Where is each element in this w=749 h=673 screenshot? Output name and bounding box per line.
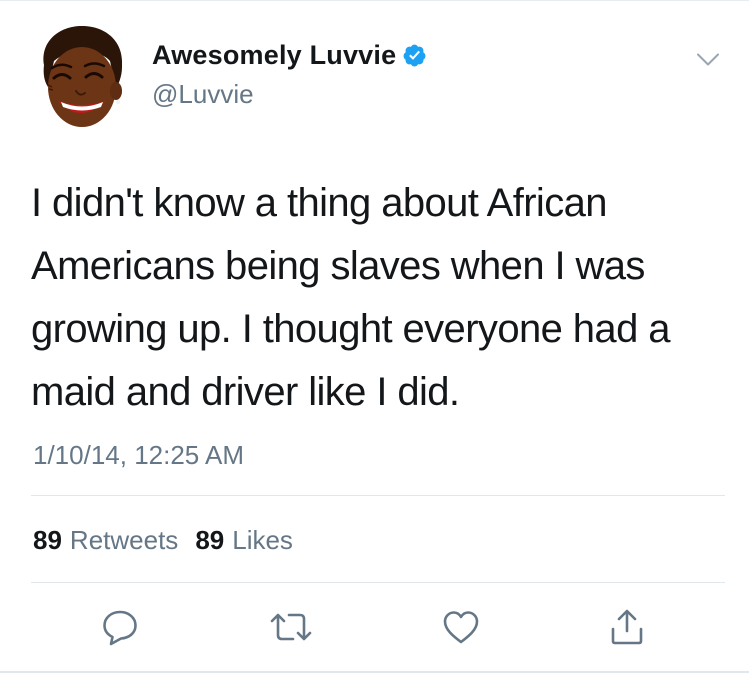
tweet-text-line: I didn't know a thing about African (31, 181, 608, 225)
retweets-label: Retweets (69, 525, 179, 555)
retweet-icon[interactable] (268, 607, 314, 647)
author-display-name[interactable]: Awesomely Luvvie (152, 40, 396, 71)
avatar[interactable] (30, 21, 130, 129)
tweet-text-line: maid and driver like I did. (31, 370, 460, 414)
retweets-count: 89 (33, 525, 62, 555)
author-name-row[interactable]: Awesomely Luvvie (152, 40, 427, 71)
verified-badge-icon (403, 44, 426, 67)
likes-label: Likes (232, 525, 293, 555)
reply-icon[interactable] (100, 607, 140, 647)
divider (31, 495, 725, 496)
author-handle[interactable]: @Luvvie (152, 79, 254, 110)
tweet-text-line: Americans being slaves when I was (31, 244, 645, 288)
heart-icon[interactable] (441, 607, 481, 647)
top-divider (0, 0, 749, 1)
share-icon[interactable] (607, 607, 647, 647)
tweet-text: I didn't know a thing about African Amer… (31, 172, 731, 424)
tweet-text-line: growing up. I thought everyone had a (31, 307, 670, 351)
retweets-stat[interactable]: 89 Retweets (33, 525, 178, 556)
tweet-stats: 89 Retweets 89 Likes (33, 525, 293, 556)
tweet-timestamp[interactable]: 1/10/14, 12:25 AM (33, 440, 244, 471)
chevron-down-icon[interactable] (697, 53, 719, 67)
divider (31, 582, 725, 583)
likes-count: 89 (195, 525, 225, 555)
likes-stat[interactable]: 89 Likes (195, 525, 293, 556)
